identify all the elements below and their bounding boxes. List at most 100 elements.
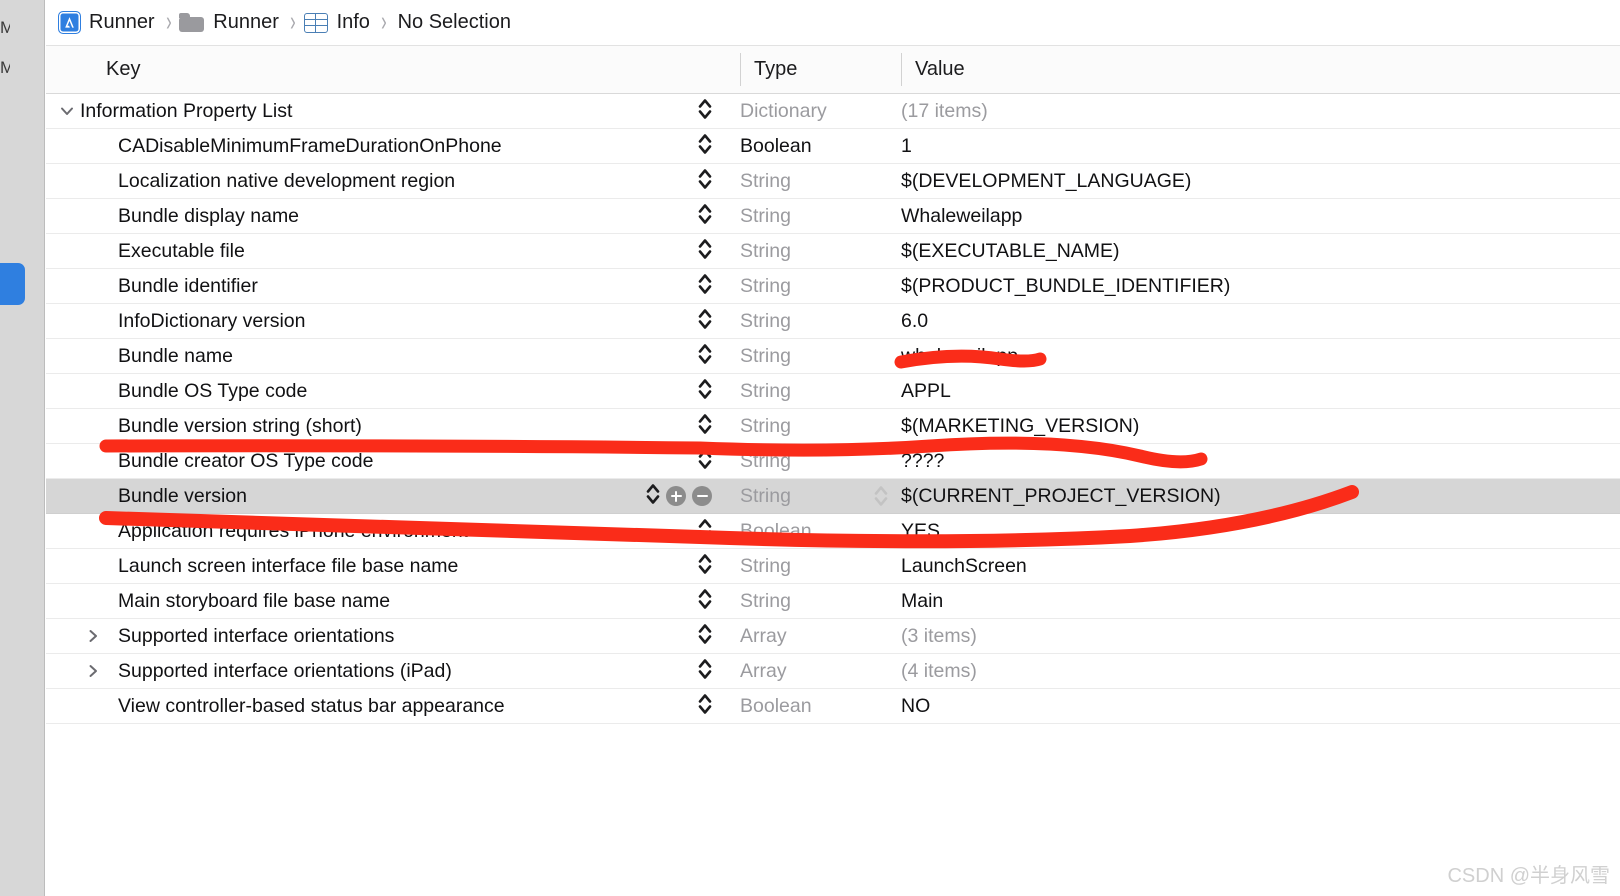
table-row[interactable]: Supported interface orientations (iPad) A…: [46, 654, 1620, 689]
breadcrumb-item-group[interactable]: Runner: [179, 11, 282, 34]
row-value[interactable]: APPL: [901, 374, 951, 408]
type-stepper-icon[interactable]: [698, 97, 712, 126]
row-value[interactable]: whaleweilapp: [901, 339, 1018, 373]
type-stepper-icon[interactable]: [698, 202, 712, 231]
row-key[interactable]: Bundle identifier: [58, 269, 258, 303]
type-stepper-icon[interactable]: [698, 517, 712, 546]
column-header-type[interactable]: Type: [740, 53, 797, 86]
row-key[interactable]: Executable file: [58, 234, 245, 268]
table-row[interactable]: Executable file String $(EXECUTABLE_NAME): [46, 234, 1620, 269]
type-stepper-icon[interactable]: [698, 377, 712, 406]
row-value[interactable]: $(DEVELOPMENT_LANGUAGE): [901, 164, 1191, 198]
row-value[interactable]: $(MARKETING_VERSION): [901, 409, 1139, 443]
row-type[interactable]: String: [740, 339, 791, 373]
row-controls[interactable]: [646, 479, 712, 513]
row-value[interactable]: (3 items): [901, 619, 977, 653]
row-type[interactable]: String: [740, 304, 791, 338]
row-type[interactable]: String: [740, 374, 791, 408]
row-controls[interactable]: [698, 654, 712, 688]
row-type[interactable]: String: [740, 199, 791, 233]
type-stepper-icon[interactable]: [698, 447, 712, 476]
row-key[interactable]: InfoDictionary version: [58, 304, 306, 338]
row-controls[interactable]: [698, 514, 712, 548]
remove-row-button[interactable]: [692, 486, 712, 506]
table-row[interactable]: Launch screen interface file base name St…: [46, 549, 1620, 584]
row-controls[interactable]: [698, 269, 712, 303]
type-stepper-icon[interactable]: [698, 342, 712, 371]
row-type[interactable]: Boolean: [740, 129, 812, 163]
row-key[interactable]: Bundle version: [58, 479, 247, 513]
row-controls[interactable]: [698, 339, 712, 373]
row-value[interactable]: ????: [901, 444, 944, 478]
type-stepper-icon[interactable]: [698, 307, 712, 336]
table-row[interactable]: InfoDictionary version String 6.0: [46, 304, 1620, 339]
type-stepper-icon[interactable]: [698, 587, 712, 616]
row-key[interactable]: Launch screen interface file base name: [58, 549, 458, 583]
row-controls[interactable]: [698, 304, 712, 338]
row-key[interactable]: Information Property List: [58, 94, 292, 128]
row-key[interactable]: CADisableMinimumFrameDurationOnPhone: [58, 129, 502, 163]
type-stepper-icon[interactable]: [698, 237, 712, 266]
row-value[interactable]: (4 items): [901, 654, 977, 688]
navigator-clipped-item-2[interactable]: M: [0, 58, 10, 78]
row-type[interactable]: String: [740, 409, 791, 443]
row-key[interactable]: Bundle version string (short): [58, 409, 362, 443]
type-stepper-icon[interactable]: [698, 132, 712, 161]
row-type[interactable]: String: [740, 164, 791, 198]
type-stepper-icon[interactable]: [698, 657, 712, 686]
row-controls[interactable]: [698, 234, 712, 268]
row-key[interactable]: Bundle name: [58, 339, 233, 373]
row-type[interactable]: Boolean: [740, 689, 812, 723]
row-value[interactable]: $(EXECUTABLE_NAME): [901, 234, 1120, 268]
type-stepper-icon[interactable]: [698, 167, 712, 196]
column-header-key[interactable]: Key: [106, 46, 140, 93]
row-controls[interactable]: [698, 374, 712, 408]
row-type[interactable]: String: [740, 444, 791, 478]
row-controls[interactable]: [698, 129, 712, 163]
row-type[interactable]: Boolean: [740, 514, 812, 548]
row-type[interactable]: String: [740, 234, 791, 268]
navigator-selected-item[interactable]: [0, 263, 25, 305]
type-stepper-icon[interactable]: [698, 412, 712, 441]
row-value[interactable]: NO: [901, 689, 930, 723]
row-value[interactable]: 6.0: [901, 304, 928, 338]
table-row[interactable]: Information Property List Dictionary (17 i…: [46, 94, 1620, 129]
table-row[interactable]: Bundle version String $(CURRENT_PROJECT_VE…: [46, 479, 1620, 514]
table-row[interactable]: Main storyboard file base name String Main: [46, 584, 1620, 619]
row-controls[interactable]: [698, 444, 712, 478]
table-row[interactable]: Bundle creator OS Type code String????: [46, 444, 1620, 479]
row-type[interactable]: String: [740, 269, 791, 303]
row-value[interactable]: Whaleweilapp: [901, 199, 1022, 233]
type-stepper-icon[interactable]: [646, 482, 660, 511]
project-navigator-strip[interactable]: M M: [0, 0, 45, 896]
row-type[interactable]: String: [740, 479, 791, 513]
row-type[interactable]: Array: [740, 654, 787, 688]
row-controls[interactable]: [698, 549, 712, 583]
table-row[interactable]: View controller-based status bar appeara…: [46, 689, 1620, 724]
row-key[interactable]: Application requires iPhone environment: [58, 514, 468, 548]
add-row-button[interactable]: [666, 486, 686, 506]
row-value[interactable]: LaunchScreen: [901, 549, 1027, 583]
row-controls[interactable]: [698, 409, 712, 443]
row-key[interactable]: Bundle display name: [58, 199, 299, 233]
row-controls[interactable]: [698, 584, 712, 618]
table-row[interactable]: Bundle name String whaleweilapp: [46, 339, 1620, 374]
row-controls[interactable]: [698, 619, 712, 653]
row-key[interactable]: Supported interface orientations (iPad): [58, 654, 452, 688]
table-row[interactable]: Bundle version string (short) String $(MAR…: [46, 409, 1620, 444]
row-type[interactable]: Dictionary: [740, 94, 827, 128]
row-key[interactable]: Bundle OS Type code: [58, 374, 307, 408]
table-row[interactable]: Localization native development region St…: [46, 164, 1620, 199]
row-value[interactable]: $(PRODUCT_BUNDLE_IDENTIFIER): [901, 269, 1230, 303]
type-stepper-icon[interactable]: [698, 692, 712, 721]
row-value[interactable]: 1: [901, 129, 912, 163]
row-value[interactable]: $(CURRENT_PROJECT_VERSION): [901, 479, 1221, 513]
table-row[interactable]: Application requires iPhone environment B…: [46, 514, 1620, 549]
breadcrumb-item-file[interactable]: Info: [303, 11, 373, 34]
row-key[interactable]: Supported interface orientations: [58, 619, 394, 653]
row-value[interactable]: Main: [901, 584, 943, 618]
row-key[interactable]: View controller-based status bar appeara…: [58, 689, 505, 723]
row-type[interactable]: String: [740, 549, 791, 583]
row-key[interactable]: Main storyboard file base name: [58, 584, 390, 618]
row-type[interactable]: String: [740, 584, 791, 618]
